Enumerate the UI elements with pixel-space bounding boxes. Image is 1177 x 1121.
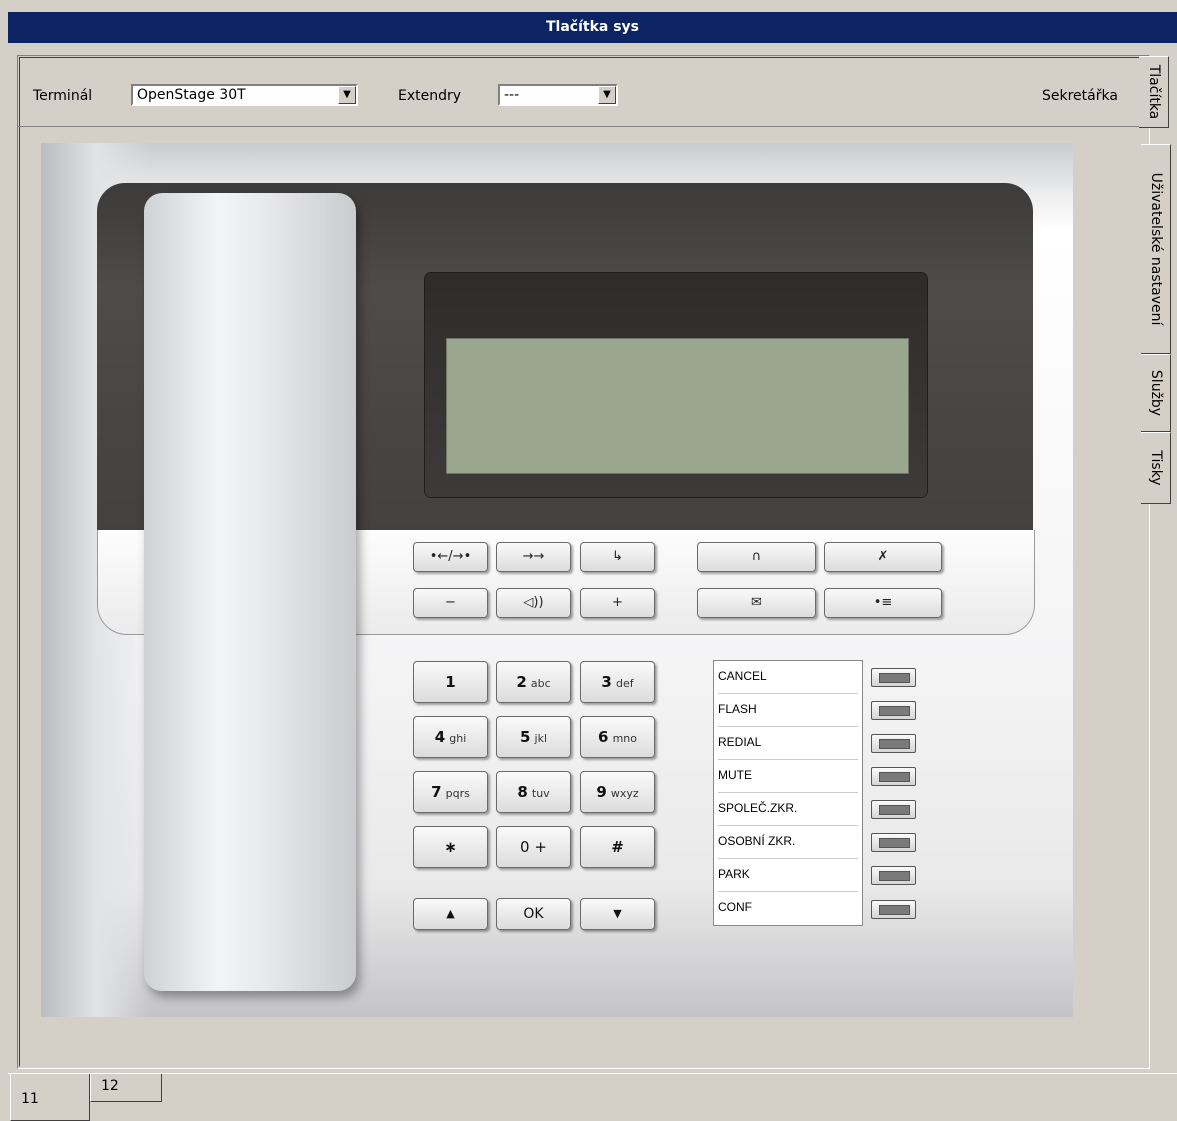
- extendry-select[interactable]: --- ▼: [498, 84, 618, 106]
- tab-label: Služby: [1147, 369, 1164, 417]
- dialpad-key-5[interactable]: 5 jkl: [496, 716, 571, 758]
- dialpad-key-9[interactable]: 9 wxyz: [580, 771, 655, 813]
- prog-label-park: PARK: [718, 859, 858, 892]
- key-letters: wxyz: [610, 787, 639, 800]
- key-letters: abc: [530, 677, 551, 690]
- tab-tlacitka[interactable]: Tlačítka: [1139, 56, 1169, 128]
- key-letters: tuv: [531, 787, 550, 800]
- key-digit: 4: [434, 728, 446, 746]
- forward-key[interactable]: →→: [496, 542, 571, 572]
- key-letters: def: [615, 677, 634, 690]
- nav-ok-key[interactable]: OK: [496, 898, 571, 930]
- key-digit: 1: [445, 673, 456, 691]
- dialpad-key-hash[interactable]: #: [580, 826, 655, 868]
- mute-key[interactable]: ✗: [824, 542, 942, 572]
- tab-11[interactable]: 11: [10, 1074, 90, 1121]
- menu-key[interactable]: •≡: [824, 588, 942, 618]
- key-digit: 2: [516, 673, 527, 691]
- volume-down-key[interactable]: −: [413, 588, 488, 618]
- key-letters: jkl: [534, 732, 548, 745]
- mailbox-key[interactable]: ✉: [697, 588, 816, 618]
- key-digit: 9: [596, 783, 607, 801]
- key-digit: ∗: [444, 838, 457, 856]
- key-digit: 8: [517, 783, 528, 801]
- key-letters: ghi: [449, 732, 467, 745]
- key-digit: 3: [601, 673, 612, 691]
- prog-label-flash: FLASH: [718, 694, 858, 727]
- volume-up-key[interactable]: +: [580, 588, 655, 618]
- prog-label-redial: REDIAL: [718, 727, 858, 760]
- toolbar-row: Terminál OpenStage 30T ▼ Extendry --- ▼ …: [18, 58, 1145, 127]
- dialpad-key-0[interactable]: 0 +: [496, 826, 571, 868]
- prog-key-3[interactable]: [871, 734, 916, 753]
- prog-label-spolec-zkr: SPOLEČ.ZKR.: [718, 793, 858, 826]
- key-digit: 7: [431, 783, 442, 801]
- prog-key-5[interactable]: [871, 800, 916, 819]
- dialpad-key-7[interactable]: 7 pqrs: [413, 771, 488, 813]
- dialpad-key-2[interactable]: 2 abc: [496, 661, 571, 703]
- prog-key-1[interactable]: [871, 668, 916, 687]
- key-letters: pqrs: [445, 787, 470, 800]
- tab-uzivatelske-nastaveni[interactable]: Uživatelské nastavení: [1141, 144, 1171, 354]
- dialpad-key-4[interactable]: 4 ghi: [413, 716, 488, 758]
- speaker-key[interactable]: ◁)): [496, 588, 571, 618]
- key-digit: #: [611, 838, 624, 856]
- window-title: Tlačítka sys: [8, 12, 1177, 43]
- extendry-select-value: ---: [504, 87, 520, 103]
- terminal-select[interactable]: OpenStage 30T ▼: [131, 84, 358, 106]
- terminal-select-value: OpenStage 30T: [137, 87, 246, 103]
- dialpad-key-8[interactable]: 8 tuv: [496, 771, 571, 813]
- tab-label: Uživatelské nastavení: [1147, 172, 1164, 326]
- prog-key-4[interactable]: [871, 767, 916, 786]
- nav-down-key[interactable]: ▼: [580, 898, 655, 930]
- secretary-label: Sekretářka: [1042, 88, 1118, 104]
- prog-label-mute: MUTE: [718, 760, 858, 793]
- prog-label-osobni-zkr: OSOBNÍ ZKR.: [718, 826, 858, 859]
- prog-key-8[interactable]: [871, 900, 916, 919]
- tab-sluzby[interactable]: Služby: [1141, 354, 1171, 432]
- key-digit: 0 +: [520, 838, 547, 856]
- key-digit: 6: [598, 728, 609, 746]
- phone-handset: [144, 193, 356, 991]
- dialpad-key-3[interactable]: 3 def: [580, 661, 655, 703]
- prog-key-7[interactable]: [871, 866, 916, 885]
- tab-label: 12: [101, 1078, 119, 1094]
- dialpad-key-1[interactable]: 1: [413, 661, 488, 703]
- headset-key[interactable]: ∩: [697, 542, 816, 572]
- phone-display: [446, 338, 909, 474]
- chevron-down-icon[interactable]: ▼: [338, 86, 356, 104]
- tab-label: Tisky: [1147, 450, 1164, 486]
- terminal-label: Terminál: [33, 88, 93, 104]
- key-digit: 5: [519, 728, 531, 746]
- dialpad-key-6[interactable]: 6 mno: [580, 716, 655, 758]
- prog-label-cancel: CANCEL: [718, 661, 858, 694]
- key-letters: mno: [612, 732, 637, 745]
- tab-label: 11: [21, 1091, 39, 1107]
- tab-12[interactable]: 12: [90, 1074, 162, 1102]
- chevron-down-icon[interactable]: ▼: [598, 86, 616, 104]
- tab-label: Tlačítka: [1145, 64, 1162, 120]
- prog-key-6[interactable]: [871, 833, 916, 852]
- tab-tisky[interactable]: Tisky: [1141, 432, 1171, 504]
- programmable-key-labels: CANCEL FLASH REDIAL MUTE SPOLEČ.ZKR. OSO…: [713, 660, 863, 926]
- prog-label-conf: CONF: [718, 900, 752, 914]
- dialpad-key-star[interactable]: ∗: [413, 826, 488, 868]
- bottom-tab-bar: 11 12: [8, 1073, 1177, 1121]
- transfer-key[interactable]: •←/→•: [413, 542, 488, 572]
- redirect-key[interactable]: ↳: [580, 542, 655, 572]
- prog-key-2[interactable]: [871, 701, 916, 720]
- nav-up-key[interactable]: ▲: [413, 898, 488, 930]
- extendry-label: Extendry: [398, 88, 462, 104]
